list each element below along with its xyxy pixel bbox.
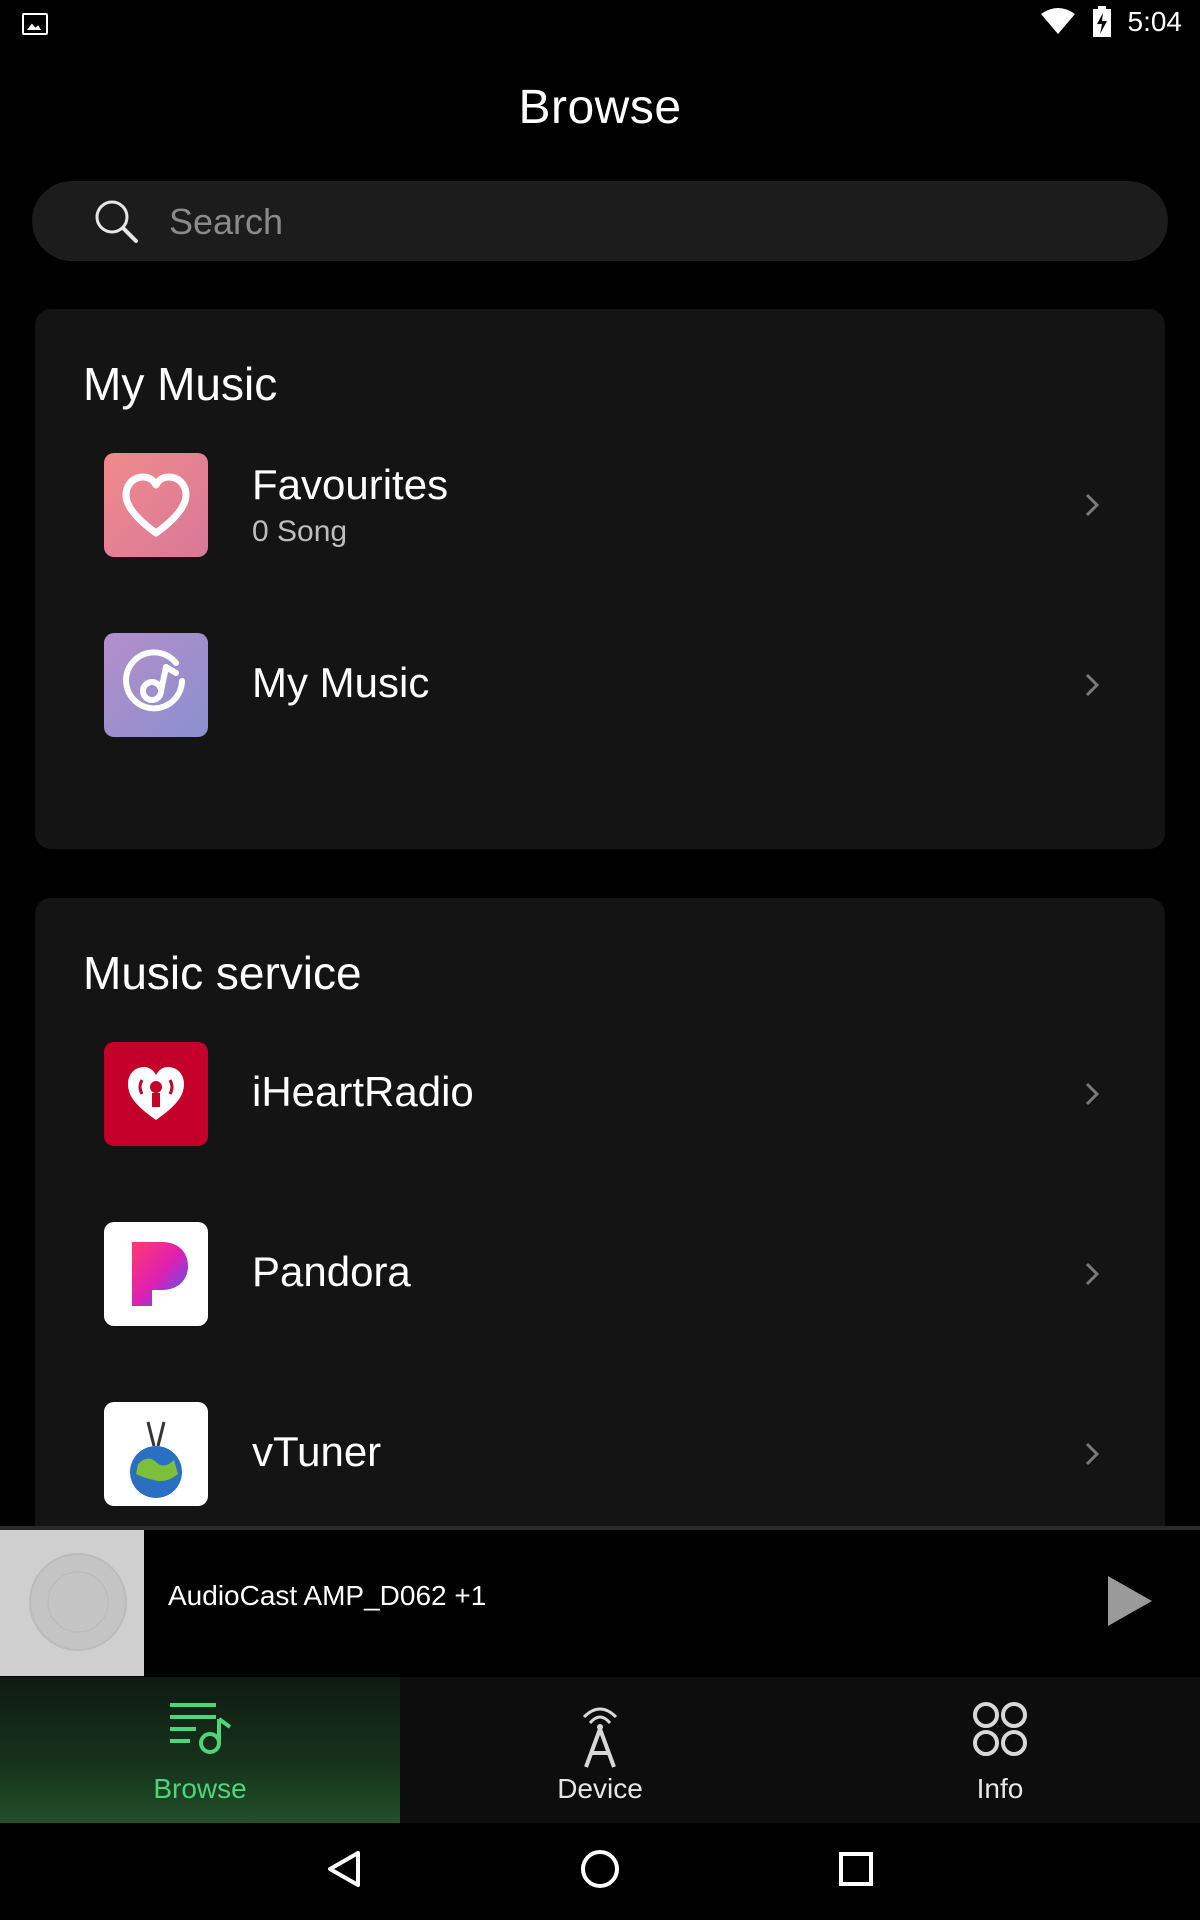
status-bar: 5:04: [0, 0, 1200, 50]
home-icon[interactable]: [580, 1849, 620, 1889]
system-nav-bar: [0, 1823, 1200, 1920]
list-item-my-music[interactable]: My Music: [35, 627, 1165, 777]
tab-device[interactable]: Device: [400, 1677, 800, 1823]
heart-icon: [104, 453, 208, 557]
clock: 5:04: [1127, 6, 1183, 37]
tab-browse[interactable]: Browse: [0, 1677, 400, 1823]
battery-charging-icon: [1092, 6, 1111, 37]
now-playing-track: AudioCast AMP_D062 +1: [168, 1580, 487, 1611]
search-input[interactable]: [167, 181, 1131, 263]
app-screen: Browse My Music Favourites 0 Song: [0, 50, 1200, 1823]
tab-label: Browse: [153, 1773, 247, 1804]
item-sublabel: 0 Song: [252, 515, 348, 548]
item-label: vTuner: [252, 1428, 382, 1475]
vtuner-logo: [104, 1402, 208, 1506]
tab-label: Info: [976, 1773, 1024, 1804]
album-art: [0, 1530, 144, 1676]
section-title-music-service: Music service: [83, 947, 362, 999]
item-label: My Music: [252, 659, 430, 706]
list-item-iheartradio[interactable]: iHeartRadio: [35, 1036, 1165, 1186]
tab-label: Device: [557, 1773, 643, 1804]
music-service-card: Music service iHeartRadio Pandora vTuner: [35, 898, 1165, 1598]
chevron-right-icon: [1085, 1442, 1100, 1466]
item-label: Favourites: [252, 461, 449, 508]
list-item-pandora[interactable]: Pandora: [35, 1216, 1165, 1366]
chevron-right-icon: [1085, 1082, 1100, 1106]
recents-icon[interactable]: [838, 1849, 874, 1889]
list-item-vtuner[interactable]: vTuner: [35, 1396, 1165, 1546]
page-title: Browse: [518, 81, 682, 134]
play-button[interactable]: [1106, 1574, 1154, 1628]
section-title-my-music: My Music: [83, 358, 278, 410]
chevron-right-icon: [1085, 1262, 1100, 1286]
wifi-icon: [1040, 8, 1075, 34]
chevron-right-icon: [1085, 673, 1100, 697]
item-label: iHeartRadio: [252, 1068, 474, 1115]
search-icon: [95, 200, 138, 243]
antenna-icon: [582, 1707, 618, 1768]
search-bar[interactable]: [32, 181, 1168, 263]
tab-info[interactable]: Info: [800, 1677, 1200, 1823]
grid-icon: [973, 1702, 1027, 1756]
music-note-icon: [104, 633, 208, 737]
iheartradio-logo: [104, 1042, 208, 1146]
my-music-card: My Music Favourites 0 Song My Music: [35, 309, 1165, 849]
list-item-favourites[interactable]: Favourites 0 Song: [35, 447, 1165, 597]
chevron-right-icon: [1085, 493, 1100, 517]
browse-icon: [170, 1703, 232, 1754]
back-icon[interactable]: [326, 1849, 362, 1889]
now-playing-bar[interactable]: AudioCast AMP_D062 +1: [0, 1526, 1200, 1680]
image-icon: [22, 13, 48, 35]
item-label: Pandora: [252, 1248, 411, 1295]
bottom-tab-bar: Browse Device Info: [0, 1677, 1200, 1823]
pandora-logo: [104, 1222, 208, 1326]
